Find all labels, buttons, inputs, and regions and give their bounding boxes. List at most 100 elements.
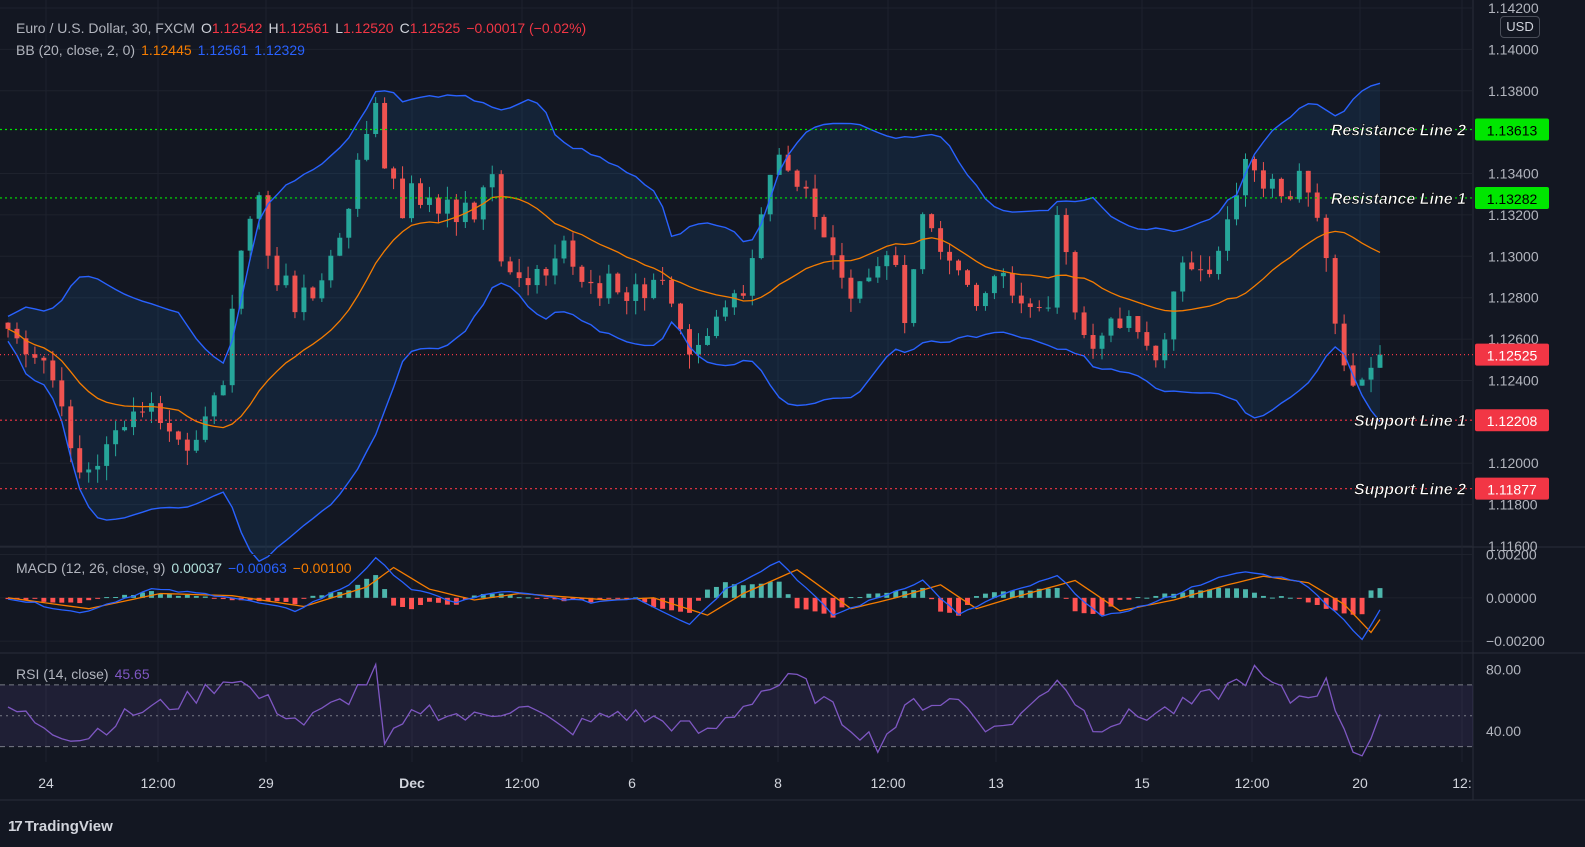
level-price-text-1: 1.13282 — [1487, 191, 1538, 207]
macd-histogram-bar — [516, 597, 522, 599]
candle-body — [498, 174, 504, 262]
candle-body — [50, 360, 56, 381]
candle-body — [68, 406, 74, 449]
macd-histogram-bar — [184, 594, 190, 598]
candle-body — [1207, 269, 1213, 275]
candle-body — [229, 308, 235, 386]
time-tick-label: Dec — [399, 775, 425, 791]
bb-lower-value: 1.12329 — [254, 42, 305, 58]
candle-body — [113, 430, 119, 445]
candle-body — [1009, 272, 1015, 296]
candle-body — [1045, 307, 1051, 309]
candle-body — [713, 316, 719, 337]
candle-body — [1332, 258, 1338, 324]
macd-histogram-bar — [175, 595, 181, 598]
candle-body — [453, 199, 459, 223]
macd-histogram-bar — [1287, 597, 1293, 599]
candle-body — [1269, 178, 1275, 189]
rsi-tick-label: 80.00 — [1486, 661, 1521, 677]
tradingview-brand-text: TradingView — [24, 818, 113, 835]
macd-histogram-bar — [803, 597, 809, 610]
candle-body — [59, 380, 65, 407]
candle-body — [1153, 345, 1159, 361]
candle-body — [552, 258, 558, 276]
macd-histogram-bar — [202, 596, 208, 598]
candle-body — [166, 422, 172, 432]
price-tick-label: 1.13400 — [1488, 166, 1539, 182]
level-price-text-0: 1.13613 — [1487, 122, 1538, 138]
macd-histogram-bar — [292, 597, 298, 605]
candle-body — [382, 102, 388, 169]
level-price-text-2: 1.12525 — [1487, 348, 1538, 364]
macd-histogram-bar — [767, 581, 773, 598]
ohlc-l-value: 1.12520 — [342, 20, 394, 36]
macd-histogram-bar — [1054, 588, 1060, 598]
candle-body — [435, 197, 441, 214]
chart-canvas[interactable]: 1.14200 1.14000 1.13800 1.13400 1.13200 1.130… — [0, 0, 1585, 842]
candle-body — [1359, 379, 1365, 386]
candle-body — [696, 344, 701, 355]
macd-histogram-bar — [1314, 597, 1320, 605]
candle-body — [1018, 295, 1024, 304]
candle-body — [409, 183, 414, 219]
candle-body — [615, 273, 621, 293]
macd-line-value: −0.00063 — [228, 560, 287, 576]
candle-body — [149, 403, 154, 412]
macd-histogram-bar — [95, 597, 101, 599]
ohlc-l-label: L — [335, 20, 343, 36]
macd-histogram-bar — [857, 597, 863, 599]
currency-button[interactable]: USD — [1500, 16, 1540, 38]
candle-body — [1081, 312, 1087, 336]
tradingview-logo[interactable]: 17 TradingView — [8, 818, 113, 835]
candle-body — [193, 439, 199, 451]
candle-body — [588, 281, 594, 284]
candle-body — [830, 237, 836, 256]
macd-histogram-bar — [41, 597, 47, 602]
time-tick-label: 12:00 — [1234, 775, 1269, 791]
chart-stage[interactable]: 1.14200 1.14000 1.13800 1.13400 1.13200 1.130… — [0, 0, 1585, 842]
macd-histogram-bar — [435, 597, 441, 603]
time-tick-label: 15 — [1134, 775, 1150, 791]
candle-body — [875, 266, 881, 278]
time-tick-label: 12: — [1452, 775, 1471, 791]
macd-tick-label: 0.00000 — [1486, 590, 1537, 606]
time-tick-label: 12:00 — [504, 775, 539, 791]
time-tick-label: 29 — [258, 775, 274, 791]
candle-body — [821, 216, 827, 238]
bb-basis-value: 1.12445 — [141, 42, 192, 58]
candle-body — [1296, 170, 1302, 200]
candle-body — [86, 469, 92, 473]
level-label-0: Resistance Line 2 — [1331, 122, 1466, 139]
candle-body — [1027, 303, 1033, 308]
macd-histogram-bar — [355, 584, 361, 598]
time-tick-label: 6 — [628, 775, 636, 791]
level-label-4: Support Line 2 — [1354, 482, 1466, 499]
macd-histogram-bar — [911, 590, 917, 598]
macd-histogram-bar — [678, 597, 684, 612]
macd-histogram-bar — [794, 597, 800, 609]
candle-body — [740, 293, 746, 296]
candle-body — [543, 268, 549, 276]
candle-body — [660, 279, 666, 281]
rsi-tick-label: 40.00 — [1486, 723, 1521, 739]
candle-body — [1225, 219, 1231, 251]
candle-body — [1260, 170, 1266, 189]
tradingview-logo-icon: 17 — [8, 818, 23, 835]
macd-histogram-bar — [1144, 597, 1150, 599]
candle-body — [597, 283, 603, 299]
macd-histogram-bar — [1251, 592, 1257, 598]
candle-body — [444, 199, 450, 214]
macd-histogram-bar — [866, 593, 872, 598]
ohlc-h-label: H — [268, 20, 279, 36]
price-tick-label: 1.13000 — [1488, 248, 1539, 264]
candle-body — [1251, 158, 1257, 171]
candle-body — [534, 268, 540, 286]
bb-upper-value: 1.12561 — [197, 42, 249, 58]
candle-body — [1216, 250, 1222, 275]
price-tick-label: 1.12400 — [1488, 372, 1539, 388]
candle-body — [1180, 262, 1186, 292]
candle-body — [651, 279, 657, 299]
candle-body — [920, 214, 926, 270]
macd-histogram-bar — [1260, 595, 1266, 598]
macd-histogram-bar — [1072, 597, 1078, 612]
